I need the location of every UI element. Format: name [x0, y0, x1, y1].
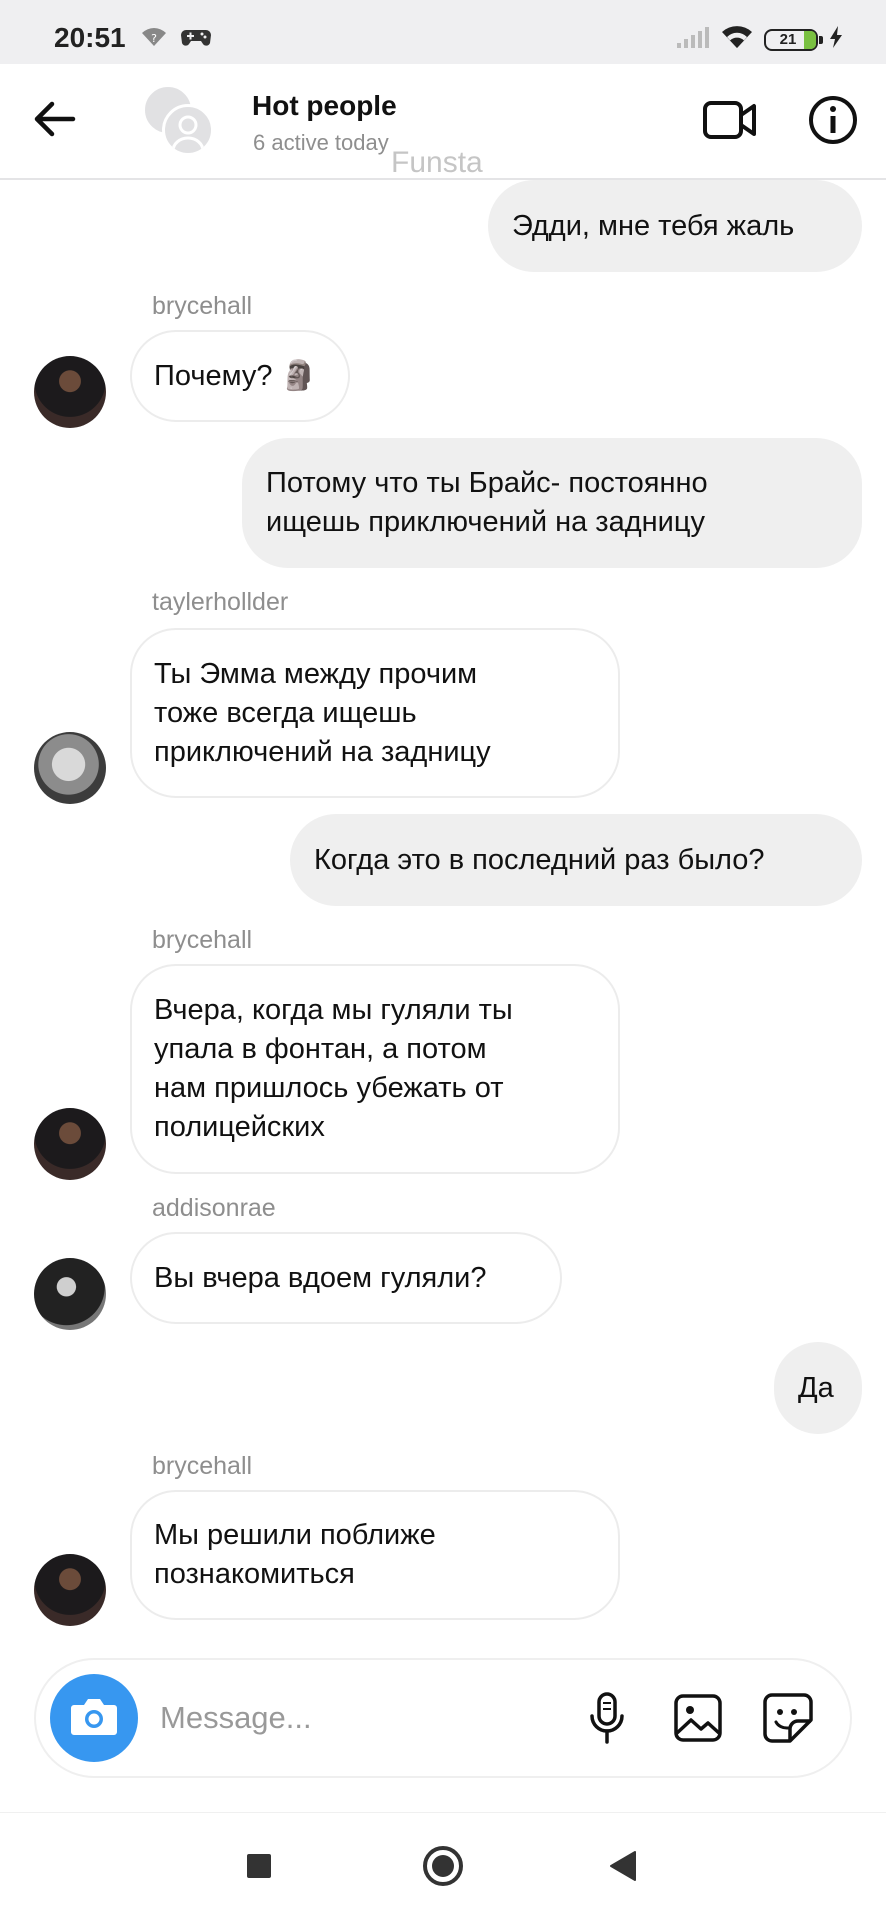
wifi-icon	[720, 24, 754, 55]
message-text: Вы вчера вдоем гуляли?	[154, 1261, 487, 1294]
charging-icon	[828, 25, 844, 54]
triangle-back-icon	[607, 1849, 639, 1888]
avatar-placeholder	[162, 104, 214, 156]
circle-icon	[421, 1844, 465, 1893]
arrow-left-icon	[34, 101, 76, 142]
avatar[interactable]	[34, 1108, 106, 1180]
sender-name: addisonrae	[152, 1194, 276, 1222]
signal-icon	[676, 25, 710, 54]
received-message[interactable]: Вчера, когда мы гуляли ты упала в фонтан…	[130, 964, 620, 1174]
avatar[interactable]	[34, 1554, 106, 1626]
battery-level: 21	[779, 31, 797, 48]
status-right-icons: 21	[676, 24, 844, 55]
home-button[interactable]	[418, 1843, 468, 1893]
sent-message[interactable]: Когда это в последний раз было?	[290, 814, 862, 906]
gallery-button[interactable]	[670, 1692, 726, 1748]
message-list: Эдди, мне тебя жаль brycehall Почему? 🗿 …	[0, 180, 886, 1650]
info-icon	[808, 95, 858, 150]
gallery-icon	[673, 1693, 723, 1748]
sent-message[interactable]: Да	[774, 1342, 862, 1434]
message-text: Мы решили поближе познакомиться	[154, 1519, 436, 1590]
message-text: Вчера, когда мы гуляли ты упала в фонтан…	[154, 994, 513, 1143]
received-message[interactable]: Ты Эмма между прочим тоже всегда ищешь п…	[130, 628, 620, 798]
status-left-icons: ?	[140, 26, 212, 53]
video-call-button[interactable]	[700, 94, 760, 150]
sticker-button[interactable]	[760, 1692, 816, 1748]
avatar[interactable]	[34, 732, 106, 804]
svg-text:?: ?	[151, 32, 157, 45]
message-text: Да	[798, 1371, 834, 1404]
message-text: Ты Эмма между прочим тоже всегда ищешь п…	[154, 657, 491, 768]
message-composer	[34, 1658, 852, 1778]
sender-name: brycehall	[152, 292, 253, 320]
watermark: Funsta	[391, 146, 483, 179]
video-camera-icon	[702, 98, 758, 147]
message-text: Потому что ты Брайс- постоянно ищешь при…	[266, 467, 708, 538]
message-text: Почему? 🗿	[154, 359, 317, 392]
received-message[interactable]: Почему? 🗿	[130, 330, 350, 422]
microphone-icon	[587, 1691, 627, 1750]
message-text: Эдди, мне тебя жаль	[512, 209, 795, 242]
gamepad-icon	[180, 26, 212, 53]
chat-header: Hot people 6 active today Funsta	[0, 64, 886, 180]
sent-message[interactable]: Эдди, мне тебя жаль	[488, 180, 862, 272]
avatar[interactable]	[34, 1258, 106, 1330]
microphone-button[interactable]	[582, 1691, 632, 1750]
chat-title[interactable]: Hot people	[252, 90, 397, 122]
sender-name: taylerhollder	[152, 588, 289, 616]
recents-button[interactable]	[234, 1843, 284, 1893]
info-button[interactable]	[806, 94, 860, 150]
sticker-icon	[762, 1692, 814, 1749]
wifi-question-icon: ?	[140, 26, 168, 53]
battery-indicator: 21	[764, 28, 823, 51]
sender-name: brycehall	[152, 1452, 253, 1480]
group-avatar[interactable]	[142, 84, 214, 156]
sender-name: brycehall	[152, 926, 253, 954]
active-status: 6 active today	[253, 130, 389, 155]
camera-button[interactable]	[50, 1674, 138, 1762]
avatar[interactable]	[34, 356, 106, 428]
message-input[interactable]	[160, 1696, 460, 1740]
square-icon	[245, 1852, 273, 1885]
back-button[interactable]	[30, 96, 80, 146]
system-nav-bar	[0, 1812, 886, 1920]
received-message[interactable]: Вы вчера вдоем гуляли?	[130, 1232, 562, 1324]
message-text: Когда это в последний раз было?	[314, 843, 765, 876]
status-time: 20:51	[54, 22, 126, 53]
sent-message[interactable]: Потому что ты Брайс- постоянно ищешь при…	[242, 438, 862, 568]
back-nav-button[interactable]	[598, 1843, 648, 1893]
status-bar: 20:51 ? 21	[0, 0, 886, 64]
received-message[interactable]: Мы решили поближе познакомиться	[130, 1490, 620, 1620]
camera-icon	[69, 1695, 119, 1742]
